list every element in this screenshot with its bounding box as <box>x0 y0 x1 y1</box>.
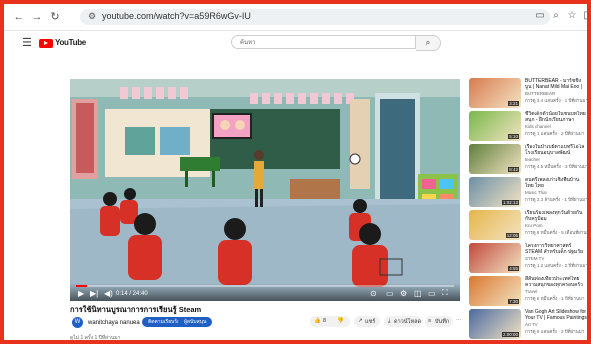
play-icon[interactable]: ▶ <box>78 289 84 298</box>
recommendation-channel[interactable]: Music Thai <box>525 190 587 195</box>
cast-icon[interactable]: ▭ <box>534 10 546 21</box>
save-icon: ≡ <box>428 318 432 324</box>
recommendation-item[interactable]: 4:55 โครงการวิทยาศาสตร์ STEAM สำหรับเด็ก … <box>469 243 587 275</box>
share-icon: ↗ <box>358 318 363 324</box>
recommendation-channel[interactable]: teacher <box>525 157 587 162</box>
recommendation-item[interactable]: 5:10 ชีวิตเด็กตัวน้อยในชนบทไทยสนุก - ฝึกน… <box>469 111 587 143</box>
recommendation-thumbnail[interactable]: 2:00:00 <box>469 309 521 339</box>
video-title: การใช้นิทานบูรณาการการเรียนรู้ Steam <box>70 305 202 314</box>
youtube-logo-icon[interactable] <box>39 39 53 48</box>
site-info-icon[interactable]: ⚙ <box>88 11 96 22</box>
video-description[interactable]: ดูไม่ 1 ครั้ง 1 ปีที่ผ่านมา <box>70 334 120 340</box>
bookmark-star-icon[interactable]: ☆ <box>566 10 578 21</box>
recommendation-channel[interactable]: Travel <box>525 289 587 294</box>
url-text: youtube.com/watch?v=a59R6wGv-IU <box>102 11 251 21</box>
autoplay-toggle-icon[interactable]: ⊙ <box>370 289 377 298</box>
recommendation-meta: การดู 8 หมื่นครั้ง · 5 เดือนที่ผ่านมา <box>525 230 587 235</box>
recommendation-thumbnail[interactable]: 3:21 <box>469 78 521 108</box>
miniplayer-icon[interactable]: ◫ <box>414 289 422 298</box>
more-actions-icon[interactable]: ⋯ <box>456 318 462 324</box>
recommendation-item[interactable]: 3:21 BUTTERBEAR - มาร์ชชิ่งบูน | Nanat Mi… <box>469 78 587 110</box>
recommendation-meta: การดู 1 แสนครั้ง · 2 ปีที่ผ่านมา <box>525 131 585 136</box>
recommendation-duration: 7:30 <box>508 299 519 304</box>
recommendation-thumbnail[interactable]: 7:30 <box>469 276 521 306</box>
recommendation-item[interactable]: 8:42 เรื่องในป่าเบย์ตาแบทรีโอโล โรงเรียนอ… <box>469 144 587 176</box>
reload-icon[interactable]: ↻ <box>48 10 62 24</box>
recommendation-duration: 4:55 <box>508 266 519 271</box>
recommendation-meta: การดู 9 แสนครั้ง · 3 ปีที่ผ่านมา <box>525 329 585 334</box>
recommendation-duration: 5:10 <box>508 134 519 139</box>
recommendation-thumbnail[interactable]: 4:55 <box>469 243 521 273</box>
recommendation-thumbnail[interactable]: 1:02:13 <box>469 177 521 207</box>
recommendation-channel[interactable]: STEM TV <box>525 256 587 261</box>
browser-toolbar: ← → ↻ ⚙ youtube.com/watch?v=a59R6wGv-IU … <box>4 4 587 31</box>
recommendation-channel[interactable]: Kids channel <box>525 124 587 129</box>
recommendation-duration: 1:02:13 <box>501 200 519 205</box>
download-icon: ⤓ <box>388 318 391 324</box>
video-progress-bar[interactable] <box>76 285 454 287</box>
fullscreen-icon[interactable]: ⛶ <box>442 288 448 298</box>
recommendation-meta: การดู 6 หมื่นครั้ง · 1 ปีที่ผ่านมา <box>525 296 585 301</box>
share-label: แชร์ <box>365 319 376 325</box>
recommendation-title[interactable]: โครงการวิทยาศาสตร์ STEAM สำหรับเด็ก ปฐมว… <box>525 243 587 255</box>
hamburger-menu-icon[interactable]: ☰ <box>22 36 32 49</box>
dislike-icon[interactable]: 👎 <box>337 318 344 324</box>
recommendation-title[interactable]: Van Gogh Art Slideshow for Your TV | Fam… <box>525 309 587 321</box>
video-player[interactable]: ▶ ▶| ◀) 0:14 / 24:40 ⊙ ▭ ⚙ ◫ ▭ ⛶ <box>70 79 460 301</box>
search-icon[interactable]: ⌕ <box>416 35 441 51</box>
recommendation-item[interactable]: 7:30 สีสันท่องเที่ยวประเทศไทย ความสนุกของ… <box>469 276 587 308</box>
settings-gear-icon[interactable]: ⚙ <box>400 289 407 298</box>
recommendation-title[interactable]: เรียนร้องเพลงทุกวันด้วยกัน กับครูป้อม <box>525 210 587 222</box>
theater-mode-icon[interactable]: ▭ <box>428 289 436 298</box>
search-input[interactable]: ค้นหา <box>231 35 416 49</box>
recommendation-item[interactable]: 2:00:00 Van Gogh Art Slideshow for Your T… <box>469 309 587 340</box>
like-count: 8 <box>323 318 327 324</box>
recommendation-duration: 2:00:00 <box>501 332 519 337</box>
recommendation-channel[interactable]: BUTTERBEAR <box>525 91 587 96</box>
youtube-logo-text[interactable]: YouTube <box>55 38 86 47</box>
zoom-icon[interactable]: ⌕ <box>550 10 562 21</box>
recommendation-title[interactable]: ชีวิตเด็กตัวน้อยในชนบทไทยสนุก - ฝึกนักเร… <box>525 111 587 123</box>
recommendation-title[interactable]: เรื่องในป่าเบย์ตาแบทรีโอโล โรงเรียนอนุบา… <box>525 144 587 156</box>
recommendation-channel[interactable]: Art TV <box>525 322 587 327</box>
recommendation-channel[interactable]: Kru Pom <box>525 223 587 228</box>
extensions-icon[interactable]: ▯ <box>580 10 587 21</box>
recommendation-duration: 12:05 <box>505 233 519 238</box>
forward-icon[interactable]: → <box>30 10 44 24</box>
video-progress-fill <box>76 285 88 287</box>
classroom-video-frame <box>70 79 460 301</box>
back-icon[interactable]: ← <box>12 10 26 24</box>
next-icon[interactable]: ▶| <box>90 289 98 298</box>
channel-name[interactable]: wanitchaya nanuea <box>88 320 140 326</box>
address-bar[interactable]: ⚙ youtube.com/watch?v=a59R6wGv-IU <box>80 9 550 25</box>
recommendation-meta: การดู 2.3 ล้านครั้ง · 1 ปีที่ผ่านมา <box>525 197 587 202</box>
video-time: 0:14 / 24:40 <box>116 291 148 297</box>
recommendation-thumbnail[interactable]: 8:42 <box>469 144 521 174</box>
recommendation-title[interactable]: สีสันท่องเที่ยวประเทศไทย ความสนุกของทุกค… <box>525 276 587 288</box>
recommendation-title[interactable]: BUTTERBEAR - มาร์ชชิ่งบูน | Nanat Mild M… <box>525 78 587 90</box>
recommendation-meta: การดู 3.4 แสนครั้ง · 1 ปีที่ผ่านมา <box>525 98 587 103</box>
save-label: บันทึก <box>435 319 450 325</box>
recommendation-item[interactable]: 1:02:13 ดนตรีเพลงเก่าเชิงพื้นบ้านไทย ไทย M… <box>469 177 587 209</box>
recommendation-meta: การดู 4.5 หมื่นครั้ง · 3 ปีที่ผ่านมา <box>525 164 587 169</box>
like-icon[interactable]: 👍 <box>314 318 321 324</box>
subtitles-icon[interactable]: ▭ <box>386 289 394 298</box>
recommendation-item[interactable]: 12:05 เรียนร้องเพลงทุกวันด้วยกัน กับครูป้… <box>469 210 587 242</box>
recommendation-thumbnail[interactable]: 5:10 <box>469 111 521 141</box>
download-label: ดาวน์โหลด <box>394 319 422 325</box>
volume-icon[interactable]: ◀) <box>104 289 113 298</box>
video-controls: ▶ ▶| ◀) 0:14 / 24:40 ⊙ ▭ ⚙ ◫ ▭ ⛶ <box>70 283 460 301</box>
join-button[interactable]: ผู้สนับสนุน <box>178 317 213 327</box>
channel-avatar[interactable]: W <box>72 317 83 328</box>
recommendation-meta: การดู 1.2 แสนครั้ง · 2 ปีที่ผ่านมา <box>525 263 587 268</box>
recommendation-duration: 3:21 <box>508 101 519 106</box>
recommendation-title[interactable]: ดนตรีเพลงเก่าเชิงพื้นบ้านไทย ไทย <box>525 177 587 189</box>
screenshot-frame: ← → ↻ ⚙ youtube.com/watch?v=a59R6wGv-IU … <box>0 0 591 344</box>
recommendation-duration: 8:42 <box>508 167 519 172</box>
youtube-header: ☰ YouTube ค้นหา ⌕ <box>4 31 587 55</box>
recommendation-thumbnail[interactable]: 12:05 <box>469 210 521 240</box>
